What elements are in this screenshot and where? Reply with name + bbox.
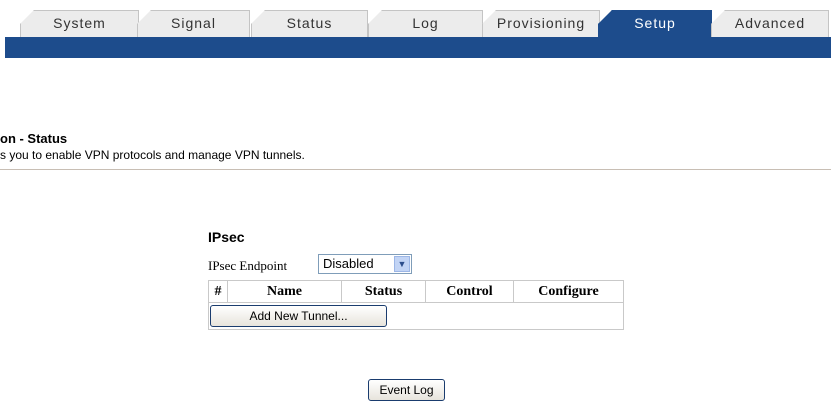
column-header-status: Status xyxy=(341,280,426,303)
tab-signal[interactable]: Signal xyxy=(137,10,250,38)
ipsec-heading: IPsec xyxy=(208,229,245,245)
tunnels-table: # Name Status Control Configure Add New … xyxy=(208,280,624,330)
tab-log[interactable]: Log xyxy=(368,10,483,38)
chevron-down-icon[interactable]: ▼ xyxy=(394,256,410,272)
add-tunnel-cell: Add New Tunnel... xyxy=(208,302,624,330)
tab-setup[interactable]: Setup xyxy=(598,10,712,38)
column-header-control: Control xyxy=(425,280,514,303)
column-header-name: Name xyxy=(227,280,342,303)
ipsec-endpoint-value: Disabled xyxy=(323,256,374,271)
add-new-tunnel-button[interactable]: Add New Tunnel... xyxy=(210,305,387,327)
page-description: s you to enable VPN protocols and manage… xyxy=(0,148,305,162)
table-header-row: # Name Status Control Configure xyxy=(208,280,624,303)
tab-system[interactable]: System xyxy=(20,10,139,38)
section-divider xyxy=(0,169,831,170)
column-header-number: # xyxy=(208,280,228,303)
ipsec-endpoint-label: IPsec Endpoint xyxy=(208,258,288,273)
tab-bar: System Signal Status Log Provisioning Se… xyxy=(0,0,831,38)
tab-advanced[interactable]: Advanced xyxy=(711,10,829,38)
tab-status[interactable]: Status xyxy=(251,10,368,38)
header-banner xyxy=(5,37,831,58)
ipsec-endpoint-select[interactable]: Disabled ▼ xyxy=(318,254,412,274)
tab-provisioning[interactable]: Provisioning xyxy=(482,10,600,38)
event-log-button[interactable]: Event Log xyxy=(368,379,445,401)
table-row: Add New Tunnel... xyxy=(208,302,624,330)
page-title: on - Status xyxy=(0,131,68,146)
column-header-configure: Configure xyxy=(513,280,624,303)
